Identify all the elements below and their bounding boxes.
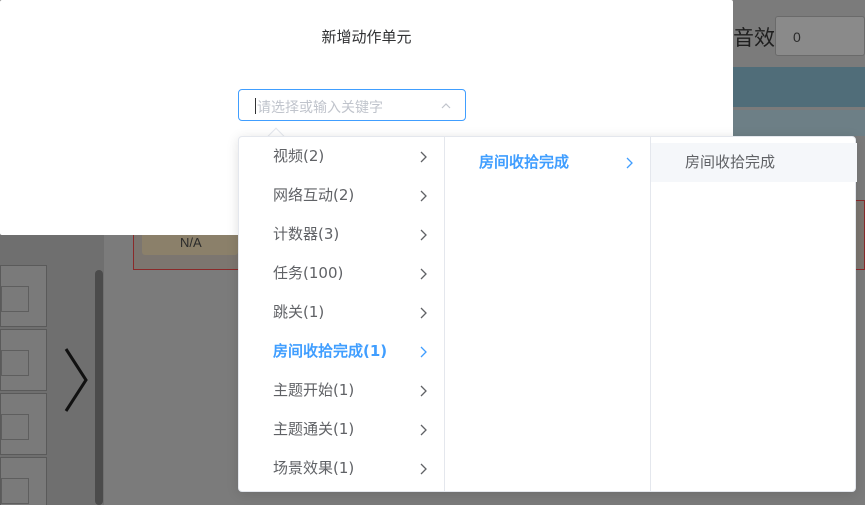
cascader-option-label: 跳关(1) bbox=[273, 303, 325, 321]
cascader-option-label: 房间收拾完成(1) bbox=[273, 342, 388, 360]
sound-input: 0 bbox=[775, 16, 865, 56]
cascader-option[interactable]: 房间收拾完成(1) bbox=[239, 332, 444, 371]
chevron-right-icon bbox=[420, 346, 427, 358]
cascader-menu-level1: 视频(2) 网络互动(2) 计数器(3) 任务(100) 跳关(1) 房间收拾完成(1) 主… bbox=[239, 137, 445, 491]
thumbnail bbox=[0, 393, 47, 455]
cascader-menu-level2: 房间收拾完成 bbox=[445, 137, 651, 491]
chevron-right-icon bbox=[64, 348, 88, 412]
text-caret bbox=[255, 98, 256, 114]
chevron-right-icon bbox=[420, 190, 427, 202]
cascader-option[interactable]: 网络互动(2) bbox=[239, 176, 444, 215]
cascader-option[interactable]: 主题开始(1) bbox=[239, 371, 444, 410]
cascader-option[interactable]: 视频(2) bbox=[239, 137, 444, 176]
cascader-option[interactable]: 房间收拾完成 bbox=[445, 143, 650, 182]
cascader-option-label: 房间收拾完成 bbox=[479, 153, 570, 171]
card-value: N/A bbox=[180, 235, 202, 250]
cascader-option-label: 主题开始(1) bbox=[273, 381, 355, 399]
cascader-option-label: 房间收拾完成 bbox=[685, 153, 776, 171]
chevron-right-icon bbox=[420, 229, 427, 241]
chevron-right-icon bbox=[420, 463, 427, 475]
cascader-option[interactable]: 任务(100) bbox=[239, 254, 444, 293]
chevron-right-icon bbox=[420, 385, 427, 397]
chevron-up-icon[interactable] bbox=[441, 101, 451, 111]
thumbnail bbox=[0, 265, 47, 327]
chevron-right-icon bbox=[420, 424, 427, 436]
cascader-option[interactable]: 跳关(1) bbox=[239, 293, 444, 332]
cascader-option[interactable]: 主题通关(1) bbox=[239, 410, 444, 449]
thumbnail bbox=[0, 457, 47, 505]
background-header-bar bbox=[733, 110, 865, 136]
cascader-option-label: 主题通关(1) bbox=[273, 420, 355, 438]
action-cascader-input[interactable]: 请选择或输入关键字 bbox=[238, 89, 466, 121]
cascader-option[interactable]: 计数器(3) bbox=[239, 215, 444, 254]
chevron-right-icon bbox=[420, 307, 427, 319]
cascader-menu-level3: 房间收拾完成 bbox=[651, 137, 857, 491]
cascader-option-label: 网络互动(2) bbox=[273, 186, 355, 204]
chevron-right-icon bbox=[420, 268, 427, 280]
sound-label: 音效 bbox=[733, 26, 775, 50]
cascader-placeholder: 请选择或输入关键字 bbox=[257, 100, 383, 116]
background-header-bar bbox=[733, 67, 865, 107]
thumbnail bbox=[0, 329, 47, 391]
chevron-right-icon bbox=[420, 151, 427, 163]
cascader-option[interactable]: 房间收拾完成 bbox=[651, 143, 857, 182]
cascader-option-label: 场景效果(1) bbox=[273, 459, 355, 477]
cascader-option-label: 任务(100) bbox=[273, 264, 344, 282]
dialog-title: 新增动作单元 bbox=[321, 28, 412, 46]
cascader-option-label: 计数器(3) bbox=[273, 225, 340, 243]
cascader-option[interactable]: 场景效果(1) bbox=[239, 449, 444, 488]
cascader-option-label: 视频(2) bbox=[273, 147, 325, 165]
cascader-dropdown-panel: 视频(2) 网络互动(2) 计数器(3) 任务(100) 跳关(1) 房间收拾完成(1) 主… bbox=[238, 136, 857, 492]
chevron-right-icon bbox=[626, 157, 633, 169]
